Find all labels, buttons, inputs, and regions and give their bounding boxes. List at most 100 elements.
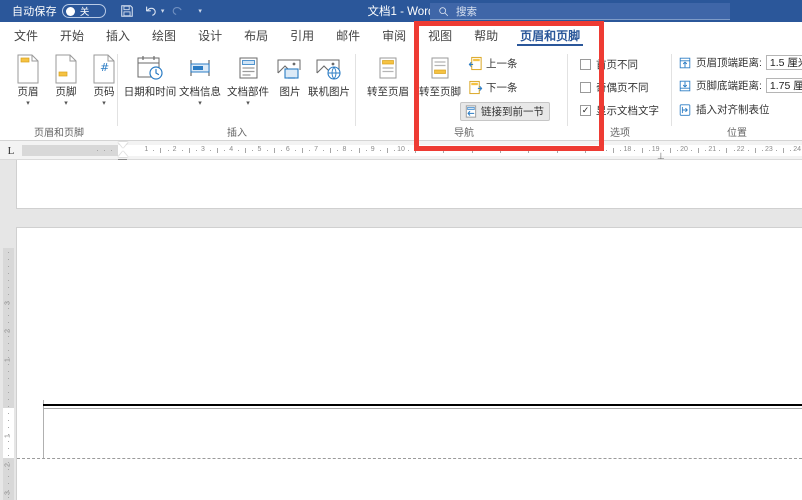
vertical-ruler-tick [8,266,9,267]
ruler-tick [96,150,98,151]
ruler-tick [245,148,247,153]
tab-home[interactable]: 开始 [49,22,95,48]
ruler-tick [691,150,693,151]
page-current[interactable] [17,228,802,500]
ribbon-group-options: 首页不同 奇偶页不同 ✓ 显示文档文字 选项 [568,48,672,141]
ruler-number: 8 [342,146,347,153]
vertical-ruler-tick [8,343,9,344]
tab-insert[interactable]: 插入 [95,22,141,48]
ruler-tick [584,148,586,153]
vertical-ruler-tick [8,406,9,407]
title-bar: 自动保存 关 ▾ ▾ 文档1 - Word 搜索 [0,0,802,22]
previous-section-icon [468,56,483,71]
header-border-line [43,404,802,406]
ruler-number: 18 [623,146,632,153]
footer-from-bottom-value[interactable]: 1.75 厘米 [765,78,802,93]
tab-draw[interactable]: 绘图 [141,22,187,48]
goto-footer-button[interactable]: 转至页脚 [414,52,466,98]
ribbon-tabs: 文件 开始 插入 绘图 设计 布局 引用 邮件 审阅 视图 帮助 页眉和页脚 [0,22,802,48]
ruler-number: 13 [481,146,490,153]
goto-header-button[interactable]: 转至页眉 [362,52,414,98]
header-button-label: 页眉 [17,86,39,98]
ruler-tick [478,150,480,151]
ruler-tick [592,150,594,151]
ruler-tick [641,148,643,153]
online-picture-button[interactable]: 联机图片 [306,52,352,98]
chevron-down-icon[interactable]: ▾ [26,99,30,108]
header-from-top-value[interactable]: 1.5 厘米 [765,55,802,70]
page-previous[interactable] [17,160,802,208]
different-odd-even-checkbox[interactable] [580,82,591,93]
tab-layout[interactable]: 布局 [233,22,279,48]
insert-alignment-tab-button[interactable]: 插入对齐制表位 [678,102,770,117]
ruler-tick [507,150,509,151]
vertical-ruler[interactable]: 321123 [0,160,17,500]
next-section-button[interactable]: 下一条 [468,80,518,95]
quick-access-toolbar: ▾ ▾ [116,1,202,21]
ruler-tick [422,150,424,151]
vertical-ruler-tick [8,294,9,295]
document-parts-label: 文档部件 [227,86,269,98]
ruler-tick [634,150,636,151]
page-number-icon: # [91,52,117,86]
tab-design[interactable]: 设计 [187,22,233,48]
tab-review[interactable]: 审阅 [371,22,417,48]
different-odd-even-option[interactable]: 奇偶页不同 [580,80,649,95]
word-window: 自动保存 关 ▾ ▾ 文档1 - Word 搜索 文件 开始 插入 绘图 设计 … [0,0,802,500]
undo-icon[interactable] [140,1,162,21]
header-from-top-row[interactable]: 页眉顶端距离: 1.5 厘米 [678,55,802,70]
save-icon[interactable] [116,1,138,21]
ruler-tick [719,150,721,151]
footer-from-bottom-row[interactable]: 页脚底端距离: 1.75 厘米 [678,78,802,93]
ruler-number: 23 [764,146,773,153]
footer-page-icon [53,52,79,86]
ruler-number: 2 [172,146,177,153]
ruler-number: 10 [397,146,405,153]
chevron-down-icon[interactable]: ▾ [246,99,250,108]
vertical-ruler-number: 1 [4,357,12,362]
document-parts-button[interactable]: 文档部件 ▾ [224,52,272,108]
vertical-ruler-tick [8,259,9,260]
next-section-icon [468,80,483,95]
tab-help[interactable]: 帮助 [463,22,509,48]
ruler-tick [450,150,452,151]
vertical-ruler-tick [8,399,9,400]
vertical-ruler-tick [8,448,9,449]
hanging-indent-marker[interactable] [118,151,128,157]
picture-label: 图片 [279,86,301,98]
undo-dropdown-icon[interactable]: ▾ [161,7,165,15]
tab-view[interactable]: 视图 [417,22,463,48]
link-to-previous-button[interactable]: 链接到前一节 [460,102,550,121]
date-and-time-button[interactable]: 日期和时间 [124,52,176,98]
ruler-tick [252,150,254,151]
ruler-number: 12 [453,146,462,153]
tab-header-and-footer[interactable]: 页眉和页脚 [509,22,591,48]
document-info-button[interactable]: 文档信息 ▾ [176,52,224,108]
chevron-down-icon[interactable]: ▾ [198,99,202,108]
customize-quick-access-icon[interactable]: ▾ [198,7,202,15]
tab-references[interactable]: 引用 [279,22,325,48]
picture-button[interactable]: 图片 [272,52,308,98]
tab-mailings[interactable]: 邮件 [325,22,371,48]
vertical-ruler-number: 3 [4,490,12,495]
first-line-indent-marker[interactable] [118,142,128,148]
autosave-toggle[interactable]: 关 [61,4,106,18]
search-icon [439,6,449,16]
previous-section-button[interactable]: 上一条 [468,56,518,71]
ruler-tick [365,150,367,151]
different-first-page-checkbox[interactable] [580,59,591,70]
goto-footer-label: 转至页脚 [419,86,461,98]
tab-file[interactable]: 文件 [0,22,49,48]
show-document-text-checkbox[interactable]: ✓ [580,105,591,116]
show-document-text-option[interactable]: ✓ 显示文档文字 [580,103,659,118]
chevron-down-icon[interactable]: ▾ [102,99,106,108]
tab-stop-selector[interactable]: L [4,144,18,157]
ruler-track[interactable]: 1 2 3 4 5 6 7 8 9 10 11 12 13 14 15 16 17 18 19 20 21 22 23 24 [22,145,802,156]
different-first-page-option[interactable]: 首页不同 [580,57,638,72]
group-label-header-footer: 页眉和页脚 [34,128,84,139]
chevron-down-icon[interactable]: ▾ [64,99,68,108]
document-area[interactable]: 321123 [0,160,802,500]
search-input[interactable]: 搜索 [430,3,730,20]
vertical-ruler-tick [8,350,9,351]
ruler-tick [209,150,211,151]
